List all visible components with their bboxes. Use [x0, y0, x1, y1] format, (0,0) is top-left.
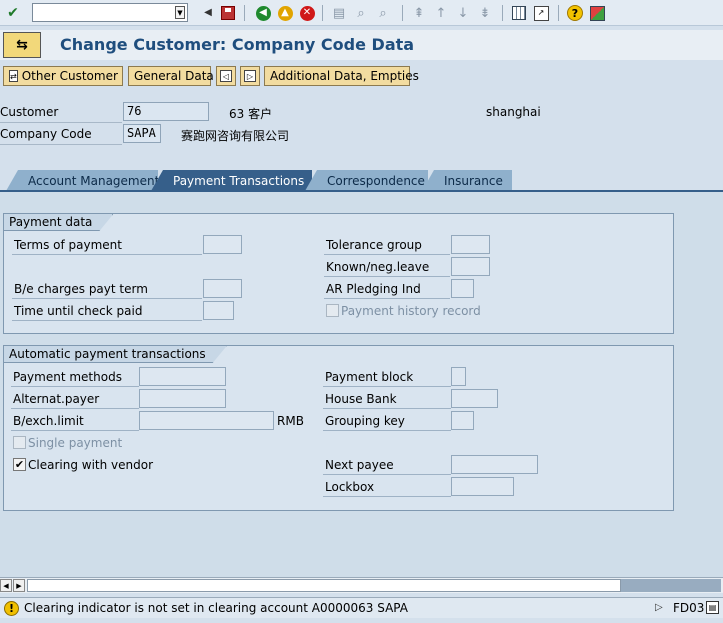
- warning-icon: !: [4, 601, 19, 616]
- scroll-thumb[interactable]: [621, 579, 721, 592]
- payment-history-label: Payment history record: [341, 304, 481, 318]
- house-bank-label: House Bank: [325, 392, 397, 406]
- tolerance-group-field[interactable]: [451, 235, 490, 254]
- currency-label: RMB: [277, 414, 304, 428]
- bexch-limit-field[interactable]: [139, 411, 274, 430]
- tab-strip: Account Management Payment Transactions …: [0, 170, 723, 192]
- company-code-field[interactable]: SAPA: [123, 124, 161, 143]
- next-payee-field[interactable]: [451, 455, 538, 474]
- enter-check-icon[interactable]: ✔: [4, 4, 22, 22]
- alternat-payer-label: Alternat.payer: [13, 392, 100, 406]
- customer-city: shanghai: [486, 105, 541, 119]
- command-field[interactable]: ▼: [32, 3, 188, 22]
- command-dropdown-icon[interactable]: ▼: [175, 6, 185, 19]
- customer-label: Customer: [0, 105, 59, 119]
- other-customer-icon: ⇄: [9, 70, 18, 82]
- scroll-track[interactable]: [27, 579, 621, 592]
- next-payee-label: Next payee: [325, 458, 394, 472]
- ar-pledging-field[interactable]: [451, 279, 474, 298]
- alternat-payer-field[interactable]: [139, 389, 226, 408]
- tolerance-group-label: Tolerance group: [326, 238, 422, 252]
- additional-data-button[interactable]: Additional Data, Empties: [264, 66, 419, 86]
- general-data-button[interactable]: General Data: [128, 66, 214, 86]
- company-name: 赛跑网咨询有限公司: [181, 129, 290, 143]
- first-page-icon[interactable]: ⇞: [410, 4, 428, 22]
- layout-menu-icon[interactable]: [588, 4, 606, 22]
- payment-block-label: Payment block: [325, 370, 414, 384]
- cancel-icon[interactable]: ✕: [298, 4, 316, 22]
- print-icon[interactable]: ▤: [330, 4, 348, 22]
- title-bar: ⇆ Change Customer: Company Code Data: [0, 30, 723, 60]
- single-payment-checkbox[interactable]: [13, 436, 26, 449]
- status-bar: ! Clearing indicator is not set in clear…: [0, 597, 723, 618]
- customer-name: 63 客户: [229, 107, 273, 121]
- payment-methods-field[interactable]: [139, 367, 226, 386]
- known-neg-leave-field[interactable]: [451, 257, 490, 276]
- previous-page-icon[interactable]: ↑: [432, 4, 450, 22]
- status-message[interactable]: Clearing indicator is not set in clearin…: [24, 601, 408, 615]
- next-page-icon[interactable]: ↓: [454, 4, 472, 22]
- customer-field[interactable]: 76: [123, 102, 209, 121]
- scroll-right-icon[interactable]: ▶: [13, 579, 25, 592]
- clearing-with-vendor-checkbox[interactable]: ✔: [13, 458, 26, 471]
- status-expand-icon[interactable]: ▷: [655, 602, 663, 613]
- clearing-with-vendor-label: Clearing with vendor: [28, 458, 154, 472]
- new-session-icon[interactable]: [510, 4, 528, 22]
- payment-data-title: Payment data: [4, 214, 113, 231]
- tab-payment-transactions[interactable]: Payment Transactions: [151, 170, 312, 191]
- system-info[interactable]: FD03: [673, 601, 704, 615]
- find-icon[interactable]: ⌕: [352, 4, 370, 22]
- automatic-payment-group: Automatic payment transactions Payment m…: [3, 345, 674, 511]
- save-icon[interactable]: [219, 4, 237, 22]
- ar-pledging-label: AR Pledging Ind: [326, 282, 421, 296]
- system-info-icon[interactable]: ▤: [706, 601, 719, 614]
- single-payment-label: Single payment: [28, 436, 123, 450]
- be-charges-field[interactable]: [203, 279, 242, 298]
- find-next-icon[interactable]: ⌕: [374, 4, 392, 22]
- exit-icon[interactable]: ▲: [276, 4, 294, 22]
- automatic-payment-title: Automatic payment transactions: [4, 346, 227, 363]
- previous-screen-icon: ◁: [220, 70, 232, 82]
- last-page-icon[interactable]: ⇟: [476, 4, 494, 22]
- house-bank-field[interactable]: [451, 389, 498, 408]
- next-screen-button[interactable]: ▷: [240, 66, 260, 86]
- company-code-label: Company Code: [0, 127, 92, 141]
- known-neg-leave-label: Known/neg.leave: [326, 260, 430, 274]
- tab-correspondence[interactable]: Correspondence: [305, 170, 428, 191]
- payment-block-field[interactable]: [451, 367, 466, 386]
- be-charges-label: B/e charges payt term: [14, 282, 148, 296]
- terms-of-payment-label: Terms of payment: [14, 238, 122, 252]
- lockbox-label: Lockbox: [325, 480, 375, 494]
- grouping-key-field[interactable]: [451, 411, 474, 430]
- application-toolbar: ⇄ Other Customer General Data ◁ ▷ Additi…: [0, 63, 723, 89]
- system-toolbar: ✔ ▼ ◀ ◀ ▲ ✕ ▤ ⌕ ⌕ ⇞ ↑ ↓ ⇟ ↗ ?: [0, 0, 723, 26]
- payment-methods-label: Payment methods: [13, 370, 122, 384]
- back-icon[interactable]: ◀: [254, 4, 272, 22]
- payment-data-group: Payment data Terms of payment B/e charge…: [3, 213, 674, 334]
- payment-history-checkbox[interactable]: [326, 304, 339, 317]
- tab-account-management[interactable]: Account Management: [6, 170, 158, 191]
- bexch-limit-label: B/exch.limit: [13, 414, 84, 428]
- tab-insurance[interactable]: Insurance: [422, 170, 512, 191]
- terms-of-payment-field[interactable]: [203, 235, 242, 254]
- collapse-triangle-icon[interactable]: ◀: [199, 4, 217, 22]
- time-until-check-label: Time until check paid: [14, 304, 143, 318]
- previous-screen-button[interactable]: ◁: [216, 66, 236, 86]
- next-screen-icon: ▷: [244, 70, 256, 82]
- grouping-key-label: Grouping key: [325, 414, 405, 428]
- scroll-left-icon[interactable]: ◀: [0, 579, 12, 592]
- display-change-icon[interactable]: ⇆: [3, 32, 41, 58]
- shortcut-icon[interactable]: ↗: [532, 4, 550, 22]
- other-customer-button[interactable]: ⇄ Other Customer: [3, 66, 123, 86]
- page-title: Change Customer: Company Code Data: [60, 35, 415, 54]
- lockbox-field[interactable]: [451, 477, 514, 496]
- command-input[interactable]: [33, 4, 169, 21]
- horizontal-scrollbar[interactable]: ◀ ▶: [0, 577, 723, 593]
- help-icon[interactable]: ?: [566, 4, 584, 22]
- time-until-check-field[interactable]: [203, 301, 234, 320]
